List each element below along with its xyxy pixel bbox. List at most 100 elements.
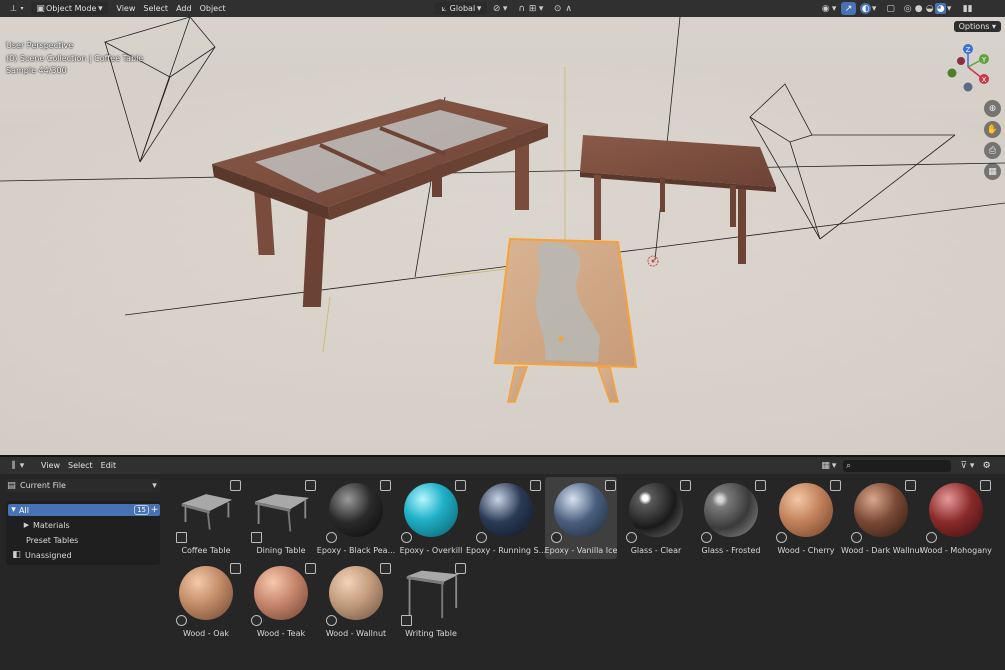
menu-select[interactable]: Select xyxy=(139,2,172,15)
proportional-edit-button[interactable]: ⊙ ∧ xyxy=(548,2,578,15)
snap-button[interactable]: ∩ ⊞ ▾ xyxy=(512,2,548,15)
wireframe-shading-icon[interactable]: ◎ xyxy=(902,3,913,14)
catalog-item-label: Unassigned xyxy=(25,550,72,560)
edit-icon[interactable] xyxy=(680,480,691,491)
add-catalog-icon[interactable]: + xyxy=(149,505,160,516)
edit-icon[interactable] xyxy=(980,480,991,491)
x-axis-label: X xyxy=(982,76,987,84)
edit-icon[interactable] xyxy=(230,480,241,491)
asset-tile[interactable]: Wood - Mohogany xyxy=(920,477,992,559)
editor-type-button[interactable]: ⫼ ▾ xyxy=(4,459,29,472)
edit-icon[interactable] xyxy=(530,480,541,491)
menu-view[interactable]: View xyxy=(112,2,139,15)
collapse-arrow-icon[interactable]: ▾ xyxy=(8,505,19,516)
unassigned-icon: ◧ xyxy=(12,550,21,560)
overlay-icon: ◐ xyxy=(860,3,872,14)
material-icon xyxy=(251,615,262,626)
library-dropdown[interactable]: ▤ Current File ▾ xyxy=(6,479,160,492)
menu-edit[interactable]: Edit xyxy=(97,459,121,472)
asset-tile-selected[interactable]: Epoxy - Vanilla Ice xyxy=(545,477,617,559)
asset-tile[interactable]: Wood - Oak xyxy=(170,560,242,642)
proportional-edit-icon: ⊙ xyxy=(553,3,562,14)
menu-add[interactable]: Add xyxy=(172,2,196,15)
material-shading-icon[interactable]: ◒ xyxy=(924,3,935,14)
asset-tile[interactable]: Wood - Cherry xyxy=(770,477,842,559)
overlay-toggle[interactable]: ◐ ▾ xyxy=(856,2,881,15)
sidebar-toggle[interactable]: ▮▮ xyxy=(958,2,977,15)
catalog-item-preset-tables[interactable]: Preset Tables xyxy=(8,534,160,546)
menu-select[interactable]: Select xyxy=(64,459,97,472)
edit-icon[interactable] xyxy=(455,480,466,491)
navigation-gizmo[interactable]: Z Y X xyxy=(943,39,993,95)
chevron-down-icon: ▾ xyxy=(20,5,24,12)
viewport-header: ⟂ ▾ ▣ Object Mode ▾ View Select Add Object … xyxy=(0,0,1005,17)
expand-arrow-icon[interactable]: ▶ xyxy=(22,520,31,531)
edit-icon[interactable] xyxy=(380,563,391,574)
display-mode-button[interactable]: ▦ ▾ xyxy=(816,459,841,472)
asset-tile[interactable]: Glass - Frosted xyxy=(695,477,767,559)
settings-button[interactable]: ⚙ xyxy=(979,459,994,472)
asset-tile[interactable]: Wood - Teak xyxy=(245,560,317,642)
asset-grid: Coffee Table Dining Table Epoxy - Black … xyxy=(166,474,1005,670)
options-button[interactable]: Options ▾ xyxy=(953,21,1001,32)
snap-target-icon: ⊞ xyxy=(528,3,537,14)
catalog-all[interactable]: ▾ All 15 + xyxy=(8,504,160,516)
xray-toggle[interactable]: ▢ xyxy=(881,2,900,15)
asset-tile[interactable]: Dining Table xyxy=(245,477,317,559)
search-field[interactable]: ⌕ xyxy=(843,459,952,472)
edit-icon[interactable] xyxy=(455,563,466,574)
asset-tile[interactable]: Wood - Wallnut xyxy=(320,560,392,642)
asset-tile[interactable]: Coffee Table xyxy=(170,477,242,559)
orientation-label: Global xyxy=(449,4,476,13)
edit-icon[interactable] xyxy=(605,480,616,491)
camera-view-button[interactable]: ⎙ xyxy=(984,142,1001,159)
material-preview xyxy=(178,565,234,621)
asset-tile[interactable]: Writing Table xyxy=(395,560,467,642)
solid-shading-icon[interactable]: ● xyxy=(913,3,924,14)
gizmo-toggle[interactable]: ↗ xyxy=(841,2,857,15)
scene-render[interactable] xyxy=(0,17,1005,455)
gizmo-icon: ↗ xyxy=(844,3,853,14)
mode-dropdown[interactable]: ▣ Object Mode ▾ xyxy=(31,2,109,15)
catalog-item-unassigned[interactable]: ◧ Unassigned xyxy=(8,549,160,561)
catalog-item-materials[interactable]: ▶ Materials xyxy=(8,519,160,531)
menu-view[interactable]: View xyxy=(37,459,64,472)
asset-tile[interactable]: Epoxy - Running S... xyxy=(466,477,546,559)
orientation-dropdown[interactable]: ⟀ Global ▾ xyxy=(434,2,488,15)
chevron-down-icon: ▾ xyxy=(871,3,877,14)
asset-tile[interactable]: Epoxy - Black Pea... xyxy=(317,477,395,559)
asset-tile[interactable]: Glass - Clear xyxy=(620,477,692,559)
visibility-button[interactable]: ◉ ▾ xyxy=(816,2,841,15)
editor-type-button[interactable]: ⟂ ▾ xyxy=(4,2,29,15)
edit-icon[interactable] xyxy=(830,480,841,491)
edit-icon[interactable] xyxy=(755,480,766,491)
material-icon xyxy=(701,532,712,543)
menu-object[interactable]: Object xyxy=(196,2,230,15)
magnifier-icon: ⊕ xyxy=(988,103,997,114)
edit-icon[interactable] xyxy=(230,563,241,574)
rendered-shading-icon[interactable]: ◕ xyxy=(935,3,947,14)
edit-icon[interactable] xyxy=(905,480,916,491)
zoom-button[interactable]: ⊕ xyxy=(984,100,1001,117)
thumbnail-grid-icon: ▦ xyxy=(821,460,830,471)
edit-icon[interactable] xyxy=(380,480,391,491)
asset-label: Epoxy - Running S... xyxy=(466,546,546,555)
object-icon xyxy=(401,615,412,626)
edit-icon[interactable] xyxy=(305,480,316,491)
asset-tile[interactable]: Wood - Dark Wallnut xyxy=(841,477,921,559)
3d-viewport[interactable]: User Perspective (0) Scene Collection | … xyxy=(0,17,1005,455)
filter-button[interactable]: ⊽ ▾ xyxy=(954,459,979,472)
asset-tile[interactable]: Epoxy - Overkill xyxy=(395,477,467,559)
chevron-down-icon: ▾ xyxy=(19,460,25,471)
perspective-toggle-button[interactable]: ▦ xyxy=(984,163,1001,180)
pivot-button[interactable]: ⊘ ▾ xyxy=(487,2,512,15)
asset-label: Glass - Frosted xyxy=(701,546,761,555)
filter-icon: ⊽ xyxy=(960,460,967,471)
material-preview xyxy=(253,565,309,621)
chevron-down-icon: ▾ xyxy=(538,3,544,14)
shading-modes[interactable]: ◎ ● ◒ ◕ ▾ xyxy=(900,2,954,15)
object-icon xyxy=(251,532,262,543)
pan-button[interactable]: ✋ xyxy=(984,121,1001,138)
floor-shade xyxy=(0,17,1005,455)
edit-icon[interactable] xyxy=(305,563,316,574)
